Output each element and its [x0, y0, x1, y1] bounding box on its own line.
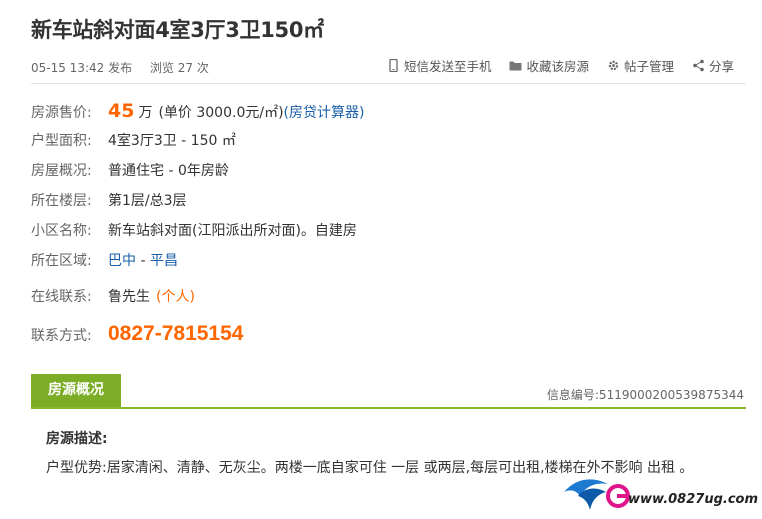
phone-number[interactable]: 0827-7815154 [108, 322, 243, 346]
post-time: 05-15 13:42 发布 [31, 61, 133, 75]
folder-icon [509, 61, 522, 71]
floor-value: 第1层/总3层 [108, 193, 187, 209]
sms-to-phone-label: 短信发送至手机 [403, 59, 492, 74]
share-button[interactable]: 分享 [692, 56, 734, 75]
share-icon [693, 59, 704, 72]
info-number: 信息编号:5119000200539875344 [546, 388, 744, 402]
favorite-listing-button[interactable]: 收藏该房源 [509, 56, 589, 75]
tab-overview[interactable]: 房源概况 [31, 374, 121, 407]
listing-meta: 05-15 13:42 发布 浏览 27 次 [31, 59, 223, 76]
contact-type: (个人) [156, 289, 195, 305]
listing-actions: 短信发送至手机 收藏该房源 帖子管理 分享 [387, 56, 734, 75]
phone-icon [389, 59, 398, 72]
section-tab-bar: 房源概况 信息编号:5119000200539875344 [31, 374, 746, 409]
mortgage-calculator-link[interactable]: (房贷计算器) [284, 102, 365, 122]
area-city-link[interactable]: 巴中 [108, 250, 136, 270]
community-value: 新车站斜对面(江阳派出所对面)。自建房 [108, 223, 357, 239]
area-label: 所在区域: [31, 253, 92, 269]
gear-icon [608, 60, 619, 71]
price-unit: 万 [138, 105, 153, 121]
watermark-url: www.0827ug.com [628, 492, 758, 507]
price-label: 房源售价: [31, 105, 92, 121]
area-district-link[interactable]: 平昌 [150, 250, 178, 270]
view-count: 浏览 27 次 [149, 61, 209, 75]
area-separator: - [136, 253, 150, 269]
description-title: 房源描述: [46, 431, 108, 447]
floor-label: 所在楼层: [31, 193, 92, 209]
price-row: 房源售价: 45 万 (单价 3000.0元/㎡) (房贷计算器) [31, 100, 364, 122]
contact-label: 在线联系: [31, 289, 92, 305]
layout-row: 户型面积: 4室3厅3卫 - 150 ㎡ [31, 130, 236, 150]
post-manage-label: 帖子管理 [623, 59, 674, 74]
layout-value: 4室3厅3卫 - 150 ㎡ [108, 133, 236, 149]
floor-row: 所在楼层: 第1层/总3层 [31, 190, 187, 210]
listing-title: 新车站斜对面4室3厅3卫150㎡ [31, 18, 324, 42]
phone-row: 联系方式: 0827-7815154 [31, 322, 243, 346]
unit-price: (单价 3000.0元/㎡) [158, 105, 284, 121]
post-manage-button[interactable]: 帖子管理 [607, 56, 674, 75]
area-row: 所在区域: 巴中 - 平昌 [31, 250, 178, 270]
contact-row: 在线联系: 鲁先生 (个人) [31, 286, 195, 306]
overview-row: 房屋概况: 普通住宅 - 0年房龄 [31, 160, 229, 180]
overview-value: 普通住宅 - 0年房龄 [108, 163, 229, 179]
overview-label: 房屋概况: [31, 163, 92, 179]
phone-label: 联系方式: [31, 328, 92, 344]
share-label: 分享 [708, 59, 734, 74]
favorite-listing-label: 收藏该房源 [526, 59, 589, 74]
price-value: 45 [108, 100, 135, 122]
community-label: 小区名称: [31, 223, 92, 239]
header-divider [31, 83, 746, 84]
community-row: 小区名称: 新车站斜对面(江阳派出所对面)。自建房 [31, 220, 357, 240]
layout-label: 户型面积: [31, 133, 92, 149]
sms-to-phone-button[interactable]: 短信发送至手机 [387, 56, 492, 75]
contact-name: 鲁先生 [108, 289, 150, 305]
